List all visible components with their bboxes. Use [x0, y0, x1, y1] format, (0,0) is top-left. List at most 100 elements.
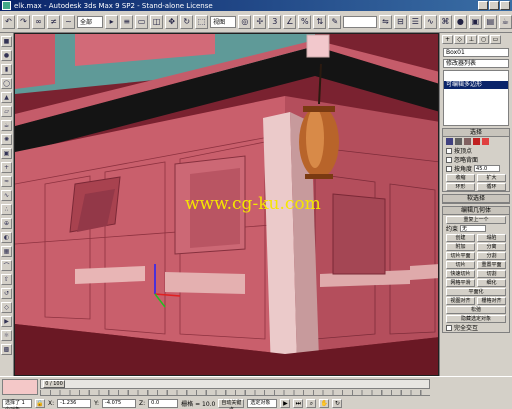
maximize-button[interactable] — [489, 1, 499, 10]
select-move-icon[interactable]: ✥ — [165, 14, 179, 29]
zoom-icon[interactable]: ⌕ — [306, 399, 317, 408]
modify-tab[interactable]: ◇ — [454, 35, 465, 44]
selection-filter-dropdown[interactable]: 全部 — [77, 15, 104, 28]
spacewarp-icon[interactable]: ≈ — [1, 176, 12, 187]
mirror-icon[interactable]: ⇋ — [378, 14, 392, 29]
teapot-icon[interactable]: ☕ — [1, 120, 12, 131]
opt-by-vertex[interactable]: 按顶点 — [443, 146, 509, 155]
select-rotate-icon[interactable]: ↻ — [180, 14, 194, 29]
polygon-icon[interactable] — [473, 138, 480, 145]
select-manipulate-icon[interactable]: ✢ — [253, 14, 267, 29]
snaps-toggle-icon[interactable]: 3 — [268, 14, 282, 29]
hierarchy-tab[interactable]: ⊥ — [466, 35, 477, 44]
slice-plane-button[interactable]: 切片平面 — [446, 251, 475, 260]
schematic-view-icon[interactable]: ⌘ — [438, 14, 452, 29]
render-icon[interactable]: ▶ — [1, 316, 12, 327]
full-interactivity-checkbox[interactable] — [446, 324, 452, 331]
select-scale-icon[interactable]: ⬚ — [195, 14, 209, 29]
reactor-icon[interactable]: ⚛ — [1, 330, 12, 341]
modifier-list-dropdown[interactable]: 修改器列表 — [443, 59, 509, 68]
relax-button[interactable]: 松弛 — [446, 305, 506, 314]
rollout-header-edit[interactable]: 编辑几何体 — [443, 207, 509, 215]
light-icon[interactable]: ✺ — [1, 134, 12, 145]
loop-button[interactable]: 循环 — [477, 182, 506, 191]
track-bar[interactable] — [40, 390, 430, 396]
msmooth-button[interactable]: 网格平滑 — [446, 278, 475, 287]
x-coord-field[interactable]: -1.236 — [57, 399, 92, 408]
mesh-icon[interactable]: ▩ — [1, 344, 12, 355]
opt-ignore-back[interactable]: 忽略背面 — [443, 155, 509, 164]
angle-snap-icon[interactable]: ∠ — [283, 14, 297, 29]
play-icon[interactable]: ▶ — [280, 399, 291, 408]
render-setup-icon[interactable]: ▣ — [468, 14, 482, 29]
helper-icon[interactable]: + — [1, 162, 12, 173]
close-button[interactable] — [500, 1, 510, 10]
repeat-last-button[interactable]: 重复上一个 — [446, 215, 506, 224]
modifier-stack[interactable]: 可编辑多边形 — [443, 70, 509, 126]
view-align-button[interactable]: 视图对齐 — [446, 296, 475, 305]
grid-align-button[interactable]: 栅格对齐 — [477, 296, 506, 305]
particle-icon[interactable]: ∴ — [1, 204, 12, 215]
full-interactivity-row[interactable]: 完全交互 — [443, 323, 509, 332]
window-crossing-icon[interactable]: ◫ — [150, 14, 164, 29]
quickslice-button[interactable]: 快速切片 — [446, 269, 475, 278]
collapse-button[interactable]: 塌陷 — [477, 233, 506, 242]
undo-icon[interactable]: ↶ — [2, 14, 15, 29]
layer-manager-icon[interactable]: ☰ — [408, 14, 422, 29]
hide-selected-button[interactable]: 隐藏选定对象 — [446, 314, 506, 323]
bevel-icon[interactable]: ◇ — [1, 302, 12, 313]
select-object-icon[interactable]: ▸ — [105, 14, 119, 29]
reset-plane-button[interactable]: 重置平面 — [477, 260, 506, 269]
attach-button[interactable]: 附加 — [446, 242, 475, 251]
plane-icon[interactable]: ▱ — [1, 106, 12, 117]
border-icon[interactable] — [464, 138, 471, 145]
auto-key-button[interactable]: 自动关键点 — [218, 399, 245, 409]
maxscript-listener[interactable] — [2, 379, 38, 395]
modifier-stack-item[interactable]: 可编辑多边形 — [444, 81, 508, 89]
rect-selection-icon[interactable]: ▭ — [135, 14, 149, 29]
time-slider-handle[interactable]: 0 / 100 — [43, 380, 65, 388]
select-by-name-icon[interactable]: ≡ — [120, 14, 134, 29]
cone-icon[interactable]: ▲ — [1, 92, 12, 103]
edit-named-selection-icon[interactable]: ✎ — [328, 14, 342, 29]
unlink-icon[interactable]: ≠ — [47, 14, 60, 29]
redo-icon[interactable]: ↷ — [17, 14, 30, 29]
create-tab[interactable]: + — [442, 35, 453, 44]
lock-selection-icon[interactable]: 🔒 — [35, 399, 45, 408]
cylinder-icon[interactable]: ▮ — [1, 64, 12, 75]
percent-snap-icon[interactable]: % — [298, 14, 312, 29]
rollout-header-selection[interactable]: 选择 — [443, 129, 509, 137]
time-slider-track[interactable]: 0 / 100 — [40, 379, 430, 389]
grow-button[interactable]: 扩大 — [477, 173, 506, 182]
pivot-center-icon[interactable]: ◎ — [238, 14, 252, 29]
make-planar-button[interactable]: 平面化 — [446, 287, 506, 296]
box-icon[interactable]: ■ — [1, 36, 12, 47]
motion-tab[interactable]: ○ — [478, 35, 489, 44]
element-icon[interactable] — [482, 138, 489, 145]
curve-editor-icon[interactable]: ∿ — [423, 14, 437, 29]
lathe-icon[interactable]: ↺ — [1, 288, 12, 299]
angle-spinner[interactable]: 45.0 — [474, 165, 501, 172]
modifier-icon[interactable]: ⊕ — [1, 218, 12, 229]
spinner-snap-icon[interactable]: ⇅ — [313, 14, 327, 29]
ring-button[interactable]: 环形 — [446, 182, 475, 191]
cut-button[interactable]: 切割 — [477, 269, 506, 278]
shape-icon[interactable]: ∿ — [1, 190, 12, 201]
rollout-header-soft[interactable]: 软选择 — [443, 195, 509, 203]
vertex-icon[interactable] — [446, 138, 453, 145]
align-icon[interactable]: ⊟ — [393, 14, 407, 29]
by-vertex-checkbox[interactable] — [446, 147, 452, 154]
sphere-icon[interactable]: ● — [1, 50, 12, 61]
constraint-dropdown[interactable]: 无 — [460, 225, 487, 232]
object-name-field[interactable]: Box01 — [443, 48, 509, 57]
link-icon[interactable]: ∞ — [32, 14, 45, 29]
extrude-icon[interactable]: ⇧ — [1, 274, 12, 285]
bend-icon[interactable]: ⌒ — [1, 260, 12, 271]
next-frame-icon[interactable]: ⏭ — [293, 399, 304, 408]
named-selection-dropdown[interactable] — [343, 15, 377, 28]
z-coord-field[interactable]: 0.0 — [148, 399, 179, 408]
slice-button[interactable]: 切片 — [446, 260, 475, 269]
detach-button[interactable]: 分离 — [477, 242, 506, 251]
split-button[interactable]: 分割 — [477, 251, 506, 260]
shrink-button[interactable]: 收缩 — [446, 173, 475, 182]
